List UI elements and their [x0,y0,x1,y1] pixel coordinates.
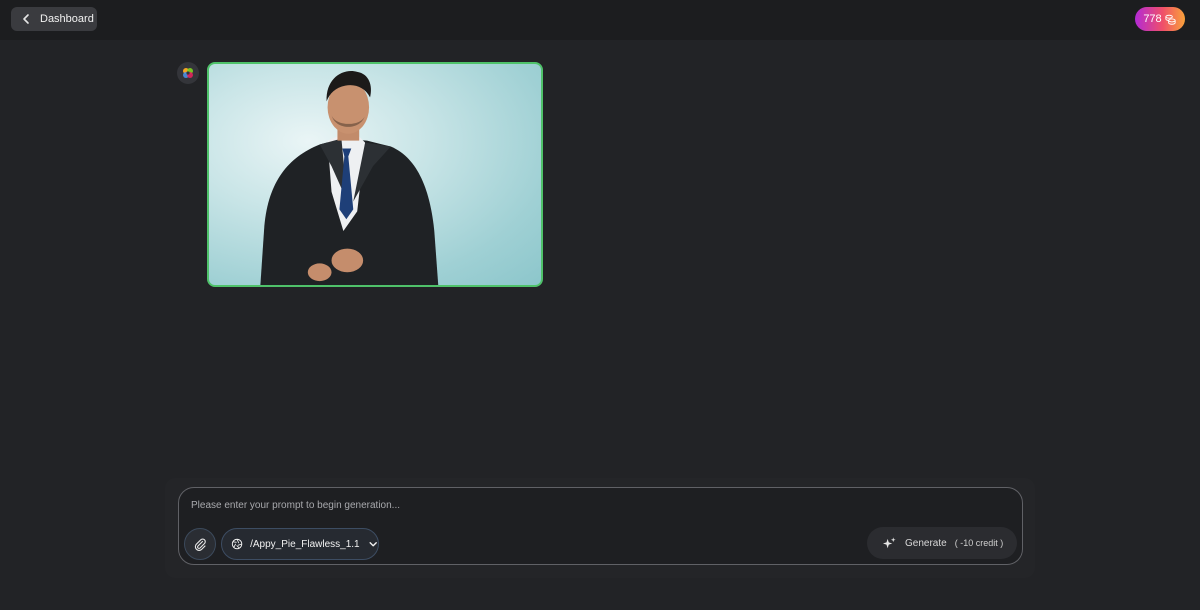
aperture-icon [231,538,243,550]
bot-avatar [177,62,199,84]
credits-count: 778 [1143,13,1162,25]
model-select[interactable]: /Appy_Pie_Flawless_1.1 [221,528,379,560]
generate-label: Generate [905,537,947,549]
portrait-illustration [260,71,439,285]
dashboard-back-label: Dashboard [40,13,94,25]
top-bar: Dashboard 778 [0,0,1200,40]
generate-button[interactable]: Generate ( -10 credit ) [867,527,1017,559]
coins-icon [1165,14,1176,25]
appy-pie-logo-icon [183,68,193,78]
credits-badge[interactable]: 778 [1135,7,1185,31]
sparkle-icon [882,536,896,548]
prompt-input[interactable] [191,497,841,513]
chevron-down-icon [369,542,377,547]
attach-button[interactable] [184,528,216,560]
generated-image[interactable] [207,62,543,287]
prompt-composer: /Appy_Pie_Flawless_1.1 Generate ( -10 cr… [178,487,1023,565]
model-select-label: /Appy_Pie_Flawless_1.1 [250,538,360,550]
chevron-left-icon [23,14,29,24]
paperclip-icon [194,538,206,551]
generate-cost: ( -10 credit ) [954,538,1004,548]
dashboard-back-button[interactable]: Dashboard [11,7,97,31]
